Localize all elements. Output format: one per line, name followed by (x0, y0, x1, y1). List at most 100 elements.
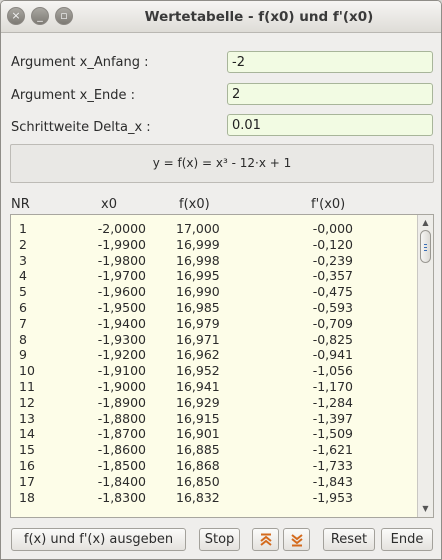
row-x0: -1,9300 (97, 331, 146, 347)
row-fx0: 16,952 (176, 363, 220, 379)
start-input[interactable] (227, 51, 433, 73)
row-fx0: 16,915 (176, 410, 220, 426)
scroll-up-arrow-icon[interactable]: ▲ (419, 216, 432, 230)
row-fx0: 17,000 (176, 221, 220, 236)
table-row[interactable]: 7 -1,9400 16,979 -0,709 (11, 316, 417, 332)
value-table-rows: 1 -2,0000 17,000 -0,000 2 -1,9900 16,999 -0,120… (11, 221, 417, 505)
scroll-to-bottom-button[interactable] (283, 528, 310, 551)
table-row[interactable]: 18 -1,8300 16,832 -1,953 (11, 490, 417, 506)
row-dfx0: -1,733 (312, 457, 353, 473)
row-x0: -1,8800 (97, 410, 146, 426)
double-chevron-up-icon (259, 533, 272, 546)
row-fx0: 16,979 (176, 315, 220, 331)
row-fx0: 16,995 (176, 268, 220, 284)
scroll-down-arrow-icon[interactable]: ▼ (419, 502, 432, 516)
table-row[interactable]: 16 -1,8500 16,868 -1,733 (11, 458, 417, 474)
column-header-x0: x0 (101, 197, 117, 212)
row-nr: 2 (19, 236, 27, 252)
row-dfx0: -0,239 (312, 252, 353, 268)
row-nr: 5 (19, 284, 27, 300)
step-label: Schrittweite Delta_x : (11, 120, 151, 135)
row-nr: 12 (19, 394, 35, 410)
row-x0: -1,9100 (97, 363, 146, 379)
end-button[interactable]: Ende (381, 528, 433, 551)
row-x0: -1,8500 (97, 457, 146, 473)
row-fx0: 16,999 (176, 236, 220, 252)
row-nr: 15 (19, 442, 35, 458)
table-row[interactable]: 11 -1,9000 16,941 -1,170 (11, 379, 417, 395)
table-row[interactable]: 14 -1,8700 16,901 -1,509 (11, 426, 417, 442)
end-input[interactable] (227, 83, 433, 105)
table-row[interactable]: 6 -1,9500 16,985 -0,593 (11, 300, 417, 316)
stop-button[interactable]: Stop (199, 528, 240, 551)
scroll-to-top-button[interactable] (252, 528, 279, 551)
row-fx0: 16,850 (176, 473, 220, 489)
table-row[interactable]: 4 -1,9700 16,995 -0,357 (11, 268, 417, 284)
row-x0: -1,9800 (97, 252, 146, 268)
double-chevron-down-icon (290, 534, 303, 547)
row-nr: 8 (19, 331, 27, 347)
row-fx0: 16,971 (176, 331, 220, 347)
row-fx0: 16,941 (176, 378, 220, 394)
end-label: Argument x_Ende : (11, 88, 136, 103)
row-dfx0: -0,941 (312, 347, 353, 363)
row-x0: -1,8700 (97, 426, 146, 442)
row-x0: -1,9500 (97, 299, 146, 315)
row-fx0: 16,832 (176, 489, 220, 505)
row-x0: -1,9900 (97, 236, 146, 252)
table-row[interactable]: 9 -1,9200 16,962 -0,941 (11, 347, 417, 363)
table-row[interactable]: 2 -1,9900 16,999 -0,120 (11, 237, 417, 253)
row-dfx0: -0,120 (312, 236, 353, 252)
row-nr: 1 (19, 221, 27, 236)
column-header-nr: NR (11, 197, 30, 212)
compute-button[interactable]: f(x) und f'(x) ausgeben (11, 528, 186, 551)
row-nr: 16 (19, 457, 35, 473)
vertical-scrollbar[interactable]: ▲ ▼ (417, 215, 433, 517)
row-nr: 11 (19, 378, 35, 394)
table-row[interactable]: 15 -1,8600 16,885 -1,621 (11, 442, 417, 458)
row-x0: -1,8900 (97, 394, 146, 410)
value-table-list[interactable]: 1 -2,0000 17,000 -0,000 2 -1,9900 16,999 -0,120… (10, 214, 434, 518)
row-dfx0: -0,357 (312, 268, 353, 284)
reset-button[interactable]: Reset (323, 528, 375, 551)
row-fx0: 16,990 (176, 284, 220, 300)
row-dfx0: -1,509 (312, 426, 353, 442)
close-window-button[interactable]: × (7, 7, 25, 25)
row-dfx0: -0,709 (312, 315, 353, 331)
row-x0: -1,8400 (97, 473, 146, 489)
scrollbar-thumb[interactable] (420, 230, 431, 263)
row-nr: 17 (19, 473, 35, 489)
table-row[interactable]: 12 -1,8900 16,929 -1,284 (11, 395, 417, 411)
row-x0: -1,8600 (97, 442, 146, 458)
row-x0: -1,9200 (97, 347, 146, 363)
maximize-window-button[interactable]: ▫ (55, 7, 73, 25)
minimize-window-button[interactable]: _ (31, 7, 49, 25)
table-row[interactable]: 3 -1,9800 16,998 -0,239 (11, 253, 417, 269)
row-dfx0: -1,170 (312, 378, 353, 394)
row-fx0: 16,962 (176, 347, 220, 363)
row-fx0: 16,998 (176, 252, 220, 268)
row-x0: -1,9400 (97, 315, 146, 331)
table-row[interactable]: 5 -1,9600 16,990 -0,475 (11, 284, 417, 300)
row-fx0: 16,868 (176, 457, 220, 473)
step-input[interactable] (227, 114, 433, 136)
row-nr: 10 (19, 363, 35, 379)
window-title: Wertetabelle - f(x0) und f'(x0) (144, 9, 374, 25)
row-dfx0: -1,056 (312, 363, 353, 379)
table-row[interactable]: 8 -1,9300 16,971 -0,825 (11, 332, 417, 348)
table-row[interactable]: 13 -1,8800 16,915 -1,397 (11, 411, 417, 427)
row-nr: 9 (19, 347, 27, 363)
row-dfx0: -1,621 (312, 442, 353, 458)
row-nr: 18 (19, 489, 35, 505)
row-dfx0: -0,475 (312, 284, 353, 300)
table-row[interactable]: 17 -1,8400 16,850 -1,843 (11, 474, 417, 490)
row-dfx0: -0,593 (312, 299, 353, 315)
row-x0: -1,9000 (97, 378, 146, 394)
row-dfx0: -0,825 (312, 331, 353, 347)
column-header-fx0: f(x0) (179, 197, 210, 212)
row-fx0: 16,885 (176, 442, 220, 458)
table-row[interactable]: 1 -2,0000 17,000 -0,000 (11, 221, 417, 237)
row-fx0: 16,901 (176, 426, 220, 442)
table-row[interactable]: 10 -1,9100 16,952 -1,056 (11, 363, 417, 379)
row-x0: -1,8300 (97, 489, 146, 505)
